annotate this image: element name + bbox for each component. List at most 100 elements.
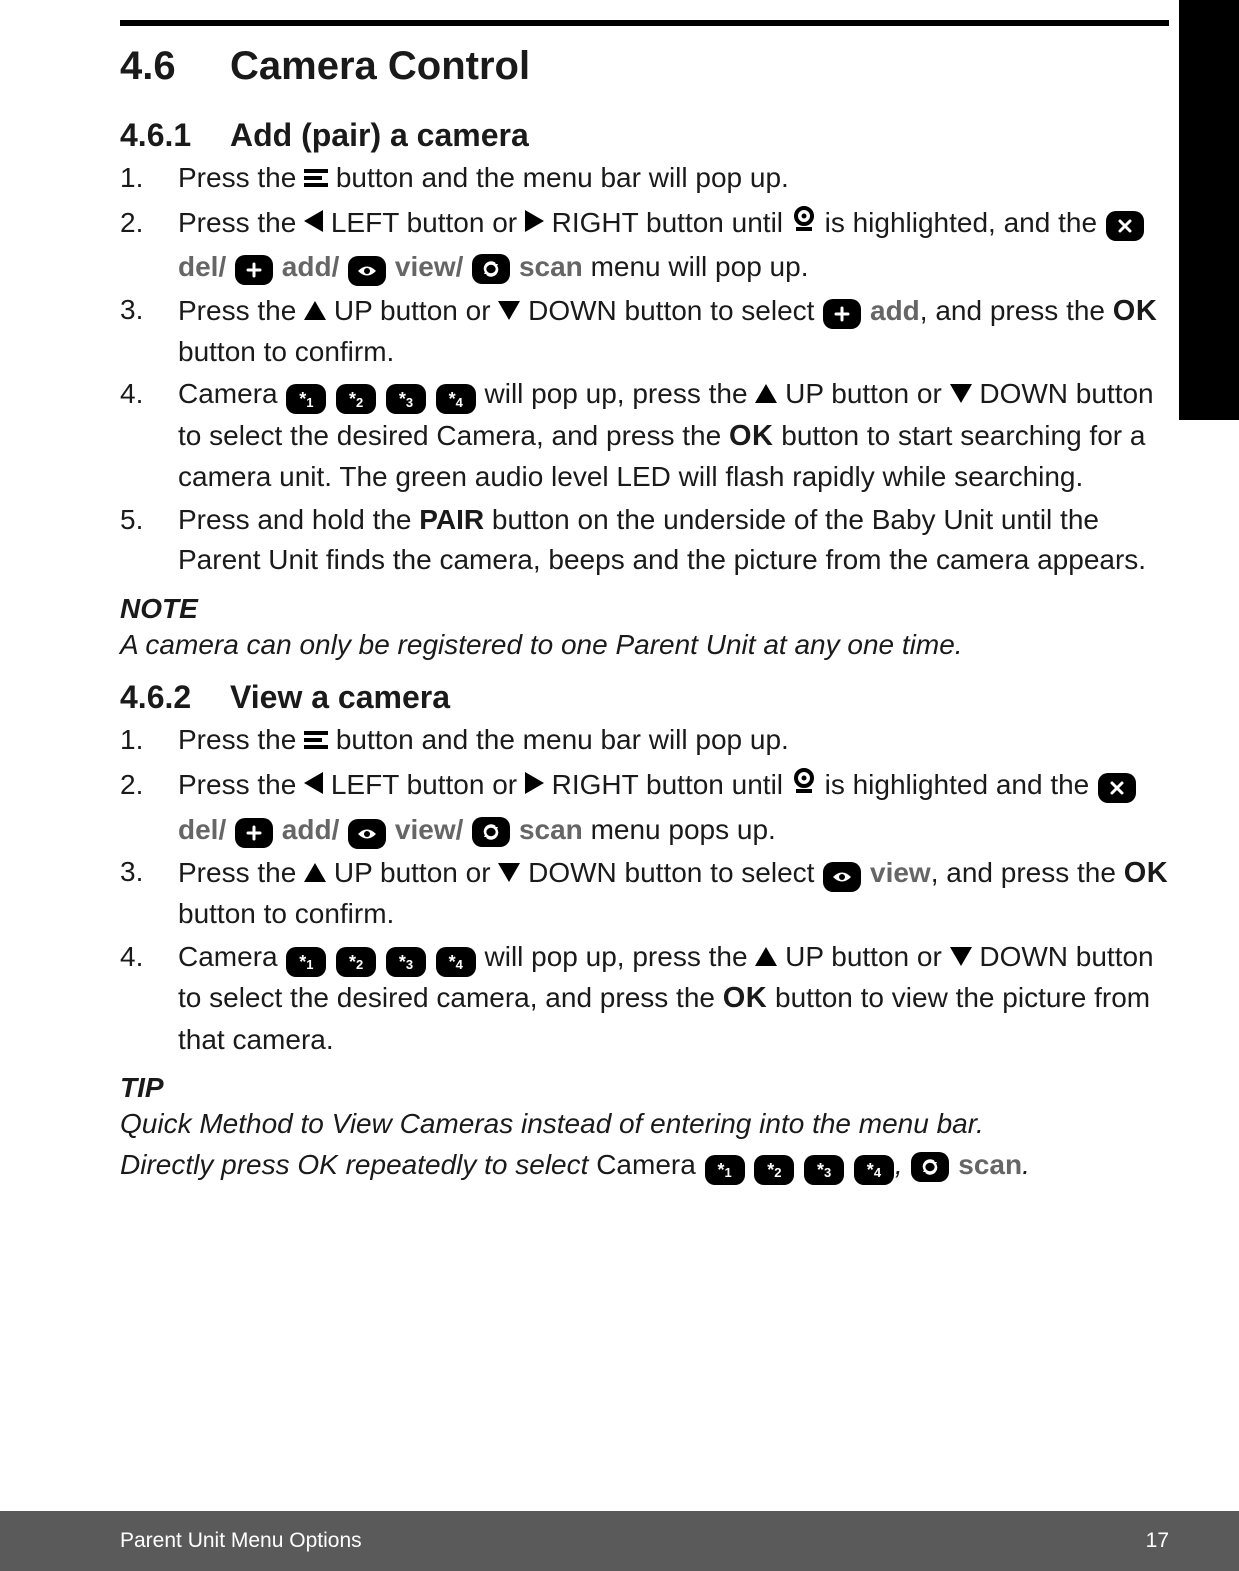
ok-label: OK — [723, 982, 768, 1014]
text: will pop up, press the — [485, 941, 756, 972]
ok-label: OK — [1124, 857, 1169, 889]
section-heading: 4.6 Camera Control — [120, 44, 1169, 89]
text: 3 — [824, 1166, 831, 1179]
camera-4-icon: *4 — [436, 384, 476, 414]
view-label: view/ — [395, 814, 463, 845]
subsection-2-number: 4.6.2 — [120, 679, 191, 715]
camera-2-icon: *2 — [336, 947, 376, 977]
text: 1 — [306, 396, 313, 409]
view-icon — [823, 862, 861, 892]
steps-list-1: Press the button and the menu bar will p… — [120, 158, 1169, 581]
text: menu will pop up. — [583, 251, 809, 282]
text: Press the — [178, 162, 304, 193]
text: 2 — [774, 1166, 781, 1179]
down-arrow-icon — [498, 301, 520, 320]
down-arrow-icon — [950, 947, 972, 966]
tip-line-2: Directly press OK repeatedly to select C… — [120, 1145, 1169, 1186]
text: 3 — [406, 396, 413, 409]
text: menu pops up. — [583, 814, 776, 845]
step-1-1: Press the button and the menu bar will p… — [120, 158, 1169, 201]
scan-label: scan — [519, 251, 583, 282]
subsection-heading-2: 4.6.2 View a camera — [120, 679, 1169, 716]
scan-label: scan — [958, 1149, 1022, 1180]
up-arrow-icon — [304, 863, 326, 882]
text: Press and hold the — [178, 504, 419, 535]
section-number: 4.6 — [120, 44, 176, 88]
text: UP button or — [326, 295, 498, 326]
text: Directly press OK repeatedly to select — [120, 1149, 596, 1180]
camera-1-icon: *1 — [705, 1155, 745, 1185]
step-1-2: Press the LEFT button or RIGHT button un… — [120, 203, 1169, 288]
right-arrow-icon — [525, 772, 544, 794]
text: DOWN button to select — [520, 295, 822, 326]
page-edge-tab — [1179, 0, 1239, 420]
step-2-2: Press the LEFT button or RIGHT button un… — [120, 765, 1169, 850]
add-icon — [823, 299, 861, 329]
view-icon — [348, 819, 386, 849]
text: * — [299, 953, 306, 971]
text: * — [817, 1161, 824, 1179]
page-footer: Parent Unit Menu Options 17 — [0, 1511, 1239, 1571]
text: 1 — [306, 958, 313, 971]
step-1-3: Press the UP button or DOWN button to se… — [120, 290, 1169, 373]
add-icon — [235, 818, 273, 848]
step-1-4: Camera *1 *2 *3 *4 will pop up, press th… — [120, 374, 1169, 497]
text: UP button or — [777, 378, 949, 409]
text: * — [349, 390, 356, 408]
tip-body: Quick Method to View Cameras instead of … — [120, 1104, 1169, 1185]
text: Camera — [178, 941, 285, 972]
section-title-text: Camera Control — [230, 44, 530, 88]
text: LEFT button or — [323, 769, 525, 800]
text: button and the menu bar will pop up. — [328, 724, 789, 755]
del-label: del/ — [178, 814, 226, 845]
subsection-heading-1: 4.6.1Add (pair) a camera — [120, 117, 1169, 154]
scan-icon — [472, 817, 510, 847]
step-2-3: Press the UP button or DOWN button to se… — [120, 852, 1169, 935]
text: button and the menu bar will pop up. — [328, 162, 789, 193]
steps-list-2: Press the button and the menu bar will p… — [120, 720, 1169, 1060]
camera-1-icon: *1 — [286, 384, 326, 414]
del-label: del/ — [178, 251, 226, 282]
text: button to confirm. — [178, 898, 394, 929]
text: 3 — [406, 958, 413, 971]
text: * — [449, 390, 456, 408]
step-2-4: Camera *1 *2 *3 *4 will pop up, press th… — [120, 937, 1169, 1060]
text: Press the — [178, 857, 304, 888]
add-icon — [235, 255, 273, 285]
add-label: add/ — [282, 814, 340, 845]
camera-1-icon: *1 — [286, 947, 326, 977]
text: Press the — [178, 769, 304, 800]
camera-4-icon: *4 — [854, 1155, 894, 1185]
left-arrow-icon — [304, 772, 323, 794]
text: will pop up, press the — [485, 378, 756, 409]
text: * — [299, 390, 306, 408]
text: DOWN button to select — [520, 857, 822, 888]
note-label: NOTE — [120, 593, 1169, 625]
tip-line-1: Quick Method to View Cameras instead of … — [120, 1104, 1169, 1145]
menu-icon — [304, 160, 328, 201]
step-2-1: Press the button and the menu bar will p… — [120, 720, 1169, 763]
camera-3-icon: *3 — [386, 384, 426, 414]
text: 4 — [874, 1166, 881, 1179]
camera-highlight-icon — [791, 206, 817, 248]
text: RIGHT button until — [544, 769, 791, 800]
view-label: view/ — [395, 251, 463, 282]
ok-label: OK — [729, 420, 774, 452]
text: , and press the — [931, 857, 1124, 888]
subsection-2-title: View a camera — [230, 679, 450, 715]
text: * — [449, 953, 456, 971]
down-arrow-icon — [950, 384, 972, 403]
text: 2 — [356, 958, 363, 971]
pair-button-label: PAIR — [419, 504, 484, 535]
text: . — [1022, 1149, 1030, 1180]
text: Press the — [178, 724, 304, 755]
top-rule — [120, 20, 1169, 26]
text: 2 — [356, 396, 363, 409]
text: * — [717, 1161, 724, 1179]
camera-4-icon: *4 — [436, 947, 476, 977]
text: Press the — [178, 207, 304, 238]
view-only-label: view — [870, 857, 931, 888]
camera-3-icon: *3 — [386, 947, 426, 977]
del-icon — [1098, 773, 1136, 803]
text: is highlighted, and the — [817, 207, 1105, 238]
